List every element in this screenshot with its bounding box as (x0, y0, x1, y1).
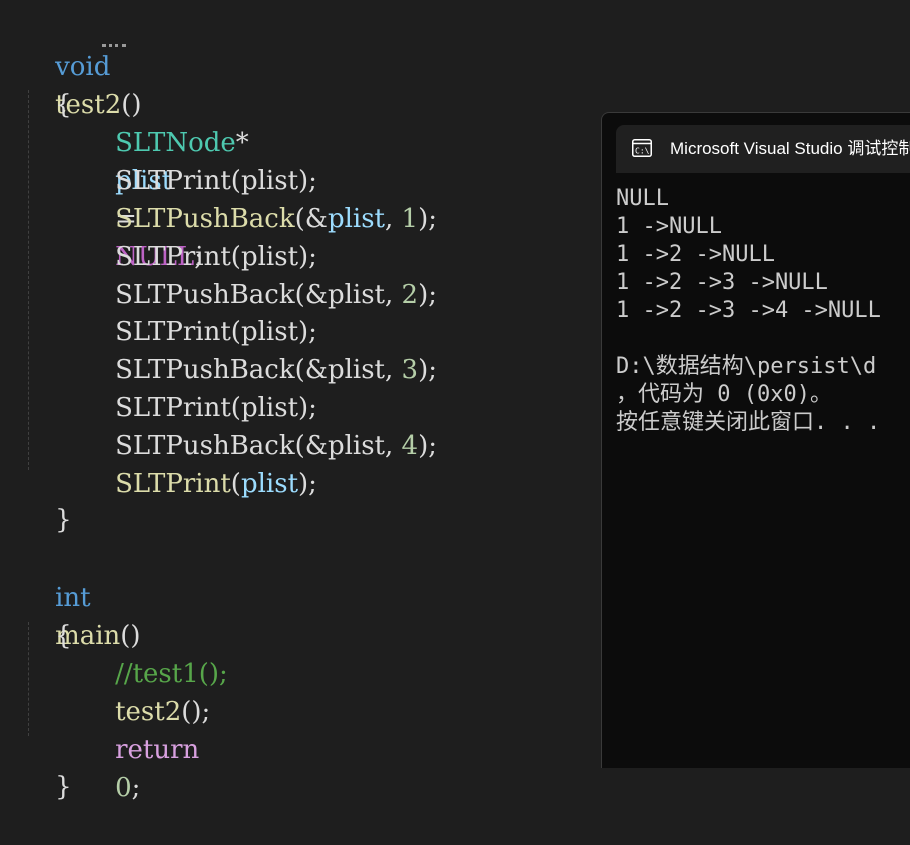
close-brace: } (55, 772, 72, 802)
argument: plist (327, 355, 386, 385)
console-line: 1 ->2 ->3 ->4 ->NULL (616, 298, 881, 323)
argument: plist (327, 280, 386, 310)
console-icon: C:\ (632, 139, 652, 157)
number-literal: 3 (401, 355, 419, 385)
code-line: SLTPushBack(&plist, 3); (115, 355, 437, 385)
code-line: SLTPrint(plist); (115, 166, 317, 196)
code-line: test2(); (115, 697, 211, 727)
code-line: return 0; (115, 735, 200, 803)
open-brace: { (55, 90, 72, 120)
number-literal: 0 (115, 773, 132, 803)
debug-console-window[interactable]: C:\ Microsoft Visual Studio 调试控制台 NULL 1… (601, 112, 910, 768)
close-brace: } (55, 505, 72, 535)
code-line: SLTPushBack(&plist, 4); (115, 431, 437, 461)
code-line: void test2() (22, 10, 141, 120)
argument: plist (240, 469, 299, 499)
function-call: SLTPrint (115, 469, 231, 499)
keyword-return: return (115, 735, 200, 765)
code-line: SLTPrint(plist); (115, 317, 317, 347)
console-titlebar[interactable]: C:\ Microsoft Visual Studio 调试控制台 (616, 125, 910, 173)
code-line: SLTPushBack(&plist, 1); (115, 204, 437, 234)
console-title: Microsoft Visual Studio 调试控制台 (670, 139, 910, 158)
code-line: { (22, 48, 72, 120)
console-line: 按任意键关闭此窗口. . . (616, 410, 881, 435)
svg-text:C:\: C:\ (635, 147, 650, 156)
code-line: SLTPrint(plist); (115, 242, 317, 272)
code-line: SLTPrint(plist); (115, 469, 317, 499)
code-line: //test1(); (82, 617, 228, 689)
code-line: } (22, 463, 72, 535)
code-line: SLTPrint(plist); (115, 393, 317, 423)
code-line: SLTNode* plist = NULL; (82, 86, 249, 272)
console-line: 1 ->2 ->3 ->NULL (616, 270, 828, 295)
open-brace: { (55, 621, 72, 651)
number-literal: 4 (401, 431, 419, 461)
console-line: 1 ->2 ->NULL (616, 242, 775, 267)
console-line: ，代码为 0 (0x0)。 (616, 382, 832, 407)
code-line: SLTPushBack(&plist, 2); (115, 280, 437, 310)
number-literal: 1 (401, 204, 419, 234)
argument: plist (327, 431, 386, 461)
number-literal: 2 (401, 280, 419, 310)
code-line: { (22, 579, 72, 651)
console-output: NULL 1 ->NULL 1 ->2 ->NULL 1 ->2 ->3 ->N… (616, 185, 881, 437)
console-line: D:\数据结构\persist\d (616, 354, 877, 379)
console-line: 1 ->NULL (616, 214, 722, 239)
console-line: NULL (616, 186, 669, 211)
code-line: } (22, 730, 72, 802)
code-line: int main() (22, 541, 141, 651)
argument: plist (327, 204, 386, 234)
